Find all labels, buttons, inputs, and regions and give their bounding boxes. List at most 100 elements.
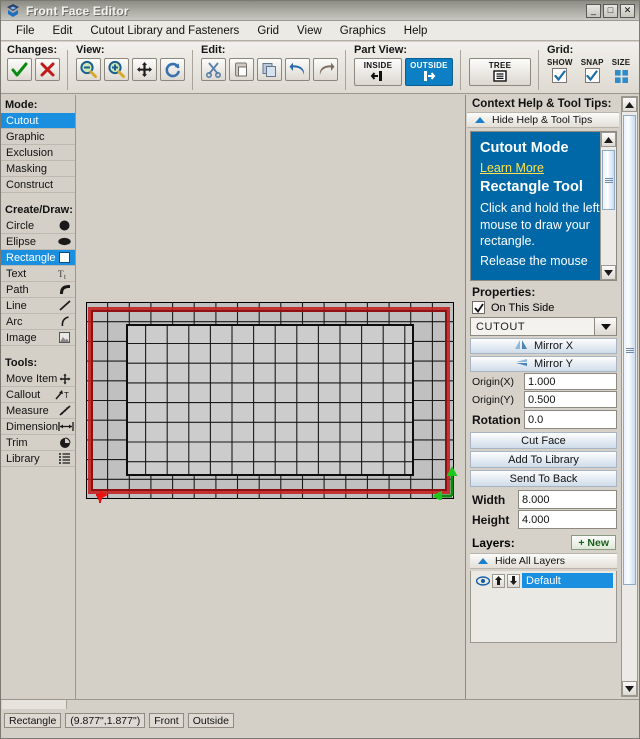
height-input[interactable]: 4.000 bbox=[518, 510, 617, 529]
menu-cutout-library-and-fasteners[interactable]: Cutout Library and Fasteners bbox=[81, 23, 248, 39]
panel-scroll-up-button[interactable] bbox=[622, 97, 637, 112]
width-row: Width 8.000 bbox=[470, 490, 617, 509]
menu-view[interactable]: View bbox=[288, 23, 331, 39]
help-scroll-up-button[interactable] bbox=[601, 132, 616, 147]
mode-item-masking[interactable]: Masking bbox=[1, 161, 75, 177]
create-item-elipse[interactable]: Elipse bbox=[1, 234, 75, 250]
origin-y-input[interactable]: 0.500 bbox=[524, 391, 617, 408]
grid-show-checkbox[interactable] bbox=[552, 68, 568, 83]
create-item-rectangle[interactable]: Rectangle bbox=[1, 250, 75, 266]
on-this-side-row[interactable]: On This Side bbox=[467, 301, 619, 317]
rotation-row: Rotation 0.0 bbox=[470, 410, 617, 429]
help-scroll-thumb[interactable] bbox=[602, 150, 615, 210]
copy-icon[interactable] bbox=[257, 58, 282, 81]
part-view-outside-button[interactable]: OUTSIDE bbox=[405, 58, 453, 86]
help-scrollbar[interactable] bbox=[600, 132, 616, 280]
drawing-canvas[interactable] bbox=[77, 95, 464, 699]
tree-label: TREE bbox=[488, 61, 512, 70]
panel-scroll-down-button[interactable] bbox=[622, 681, 637, 696]
arrow-up-icon[interactable] bbox=[492, 573, 505, 588]
scroll-grip-icon bbox=[604, 177, 613, 183]
inside-label: INSIDE bbox=[363, 61, 393, 70]
cutout-type-select[interactable]: CUTOUT bbox=[470, 317, 617, 336]
toolbar-divider bbox=[192, 50, 193, 90]
grid-size-icon[interactable] bbox=[614, 69, 629, 87]
mirror-x-button[interactable]: Mirror X bbox=[470, 338, 617, 354]
mode-item-cutout[interactable]: Cutout bbox=[1, 113, 75, 129]
mode-item-graphic[interactable]: Graphic bbox=[1, 129, 75, 145]
grid-show-control[interactable]: SHOW bbox=[547, 58, 573, 83]
tool-item-measure[interactable]: Measure bbox=[1, 403, 75, 419]
create-draw-header: Create/Draw: bbox=[5, 204, 73, 216]
maximize-button[interactable]: □ bbox=[603, 3, 618, 18]
layer-name-default[interactable]: Default bbox=[522, 573, 613, 588]
tool-item-dimension[interactable]: Dimension bbox=[1, 419, 75, 435]
refresh-icon[interactable] bbox=[160, 58, 185, 81]
menu-edit[interactable]: Edit bbox=[44, 23, 82, 39]
grid-snap-checkbox[interactable] bbox=[584, 68, 600, 83]
layer-row-default[interactable]: Default bbox=[471, 571, 616, 588]
redo-arrow-icon[interactable] bbox=[313, 58, 338, 81]
menu-file[interactable]: File bbox=[7, 23, 44, 39]
mode-item-construct[interactable]: Construct bbox=[1, 177, 75, 193]
create-item-image[interactable]: Image bbox=[1, 330, 75, 346]
create-item-text[interactable]: Text Tt bbox=[1, 266, 75, 282]
close-button[interactable]: ✕ bbox=[620, 3, 635, 18]
mirror-y-button[interactable]: Mirror Y bbox=[470, 356, 617, 372]
tool-item-move-item[interactable]: Move Item bbox=[1, 371, 75, 387]
chevron-down-icon[interactable] bbox=[594, 318, 616, 335]
part-view-inside-button[interactable]: INSIDE bbox=[354, 58, 402, 86]
tool-item-trim[interactable]: Trim bbox=[1, 435, 75, 451]
create-item-arc[interactable]: Arc bbox=[1, 314, 75, 330]
pan-move-icon[interactable] bbox=[132, 58, 157, 81]
right-panel-scrollbar[interactable] bbox=[621, 96, 638, 697]
accept-check-icon[interactable] bbox=[7, 58, 32, 81]
minimize-button[interactable]: _ bbox=[586, 3, 601, 18]
width-input[interactable]: 8.000 bbox=[518, 490, 617, 509]
create-item-line[interactable]: Line bbox=[1, 298, 75, 314]
zoom-out-icon[interactable] bbox=[76, 58, 101, 81]
tree-button[interactable]: TREE bbox=[469, 58, 531, 86]
toolbar-divider bbox=[538, 50, 539, 90]
circle-icon bbox=[58, 219, 71, 232]
paste-icon[interactable] bbox=[229, 58, 254, 81]
grid-size-control[interactable]: SIZE bbox=[612, 58, 631, 87]
mode-label: Graphic bbox=[6, 130, 45, 143]
image-icon bbox=[58, 331, 71, 344]
origin-x-input[interactable]: 1.000 bbox=[524, 373, 617, 390]
create-label: Rectangle bbox=[6, 251, 56, 264]
tool-item-library[interactable]: Library bbox=[1, 451, 75, 467]
tool-item-callout[interactable]: Callout T bbox=[1, 387, 75, 403]
cut-face-button[interactable]: Cut Face bbox=[470, 432, 617, 449]
mode-item-exclusion[interactable]: Exclusion bbox=[1, 145, 75, 161]
panel-scroll-thumb[interactable] bbox=[623, 115, 636, 585]
arrow-down-icon[interactable] bbox=[507, 573, 520, 588]
rotation-input[interactable]: 0.0 bbox=[524, 410, 617, 429]
mirror-y-icon bbox=[514, 357, 528, 371]
create-item-circle[interactable]: Circle bbox=[1, 218, 75, 234]
mode-label: Masking bbox=[6, 162, 47, 175]
menu-grid[interactable]: Grid bbox=[248, 23, 288, 39]
hide-all-layers-toggle[interactable]: Hide All Layers bbox=[470, 553, 617, 569]
menu-graphics[interactable]: Graphics bbox=[331, 23, 395, 39]
zoom-in-icon[interactable] bbox=[104, 58, 129, 81]
grid-snap-control[interactable]: SNAP bbox=[581, 58, 604, 83]
canvas-drawing[interactable] bbox=[86, 302, 458, 503]
on-this-side-checkbox[interactable] bbox=[472, 301, 485, 314]
resize-handle-green-icon[interactable] bbox=[432, 462, 462, 500]
menu-help[interactable]: Help bbox=[395, 23, 437, 39]
help-scroll-down-button[interactable] bbox=[601, 265, 616, 280]
hide-help-toggle[interactable]: Hide Help & Tool Tips bbox=[467, 112, 619, 128]
learn-more-link[interactable]: Learn More bbox=[480, 160, 609, 177]
add-to-library-button[interactable]: Add To Library bbox=[470, 451, 617, 468]
toolbar-group-changes: Changes: bbox=[1, 42, 65, 92]
eye-icon[interactable] bbox=[475, 575, 490, 586]
ellipse-icon bbox=[58, 235, 71, 248]
scissors-cut-icon[interactable] bbox=[201, 58, 226, 81]
create-item-path[interactable]: Path bbox=[1, 282, 75, 298]
undo-arrow-icon[interactable] bbox=[285, 58, 310, 81]
send-to-back-button[interactable]: Send To Back bbox=[470, 470, 617, 487]
new-layer-button[interactable]: + New bbox=[571, 535, 616, 550]
cancel-x-icon[interactable] bbox=[35, 58, 60, 81]
